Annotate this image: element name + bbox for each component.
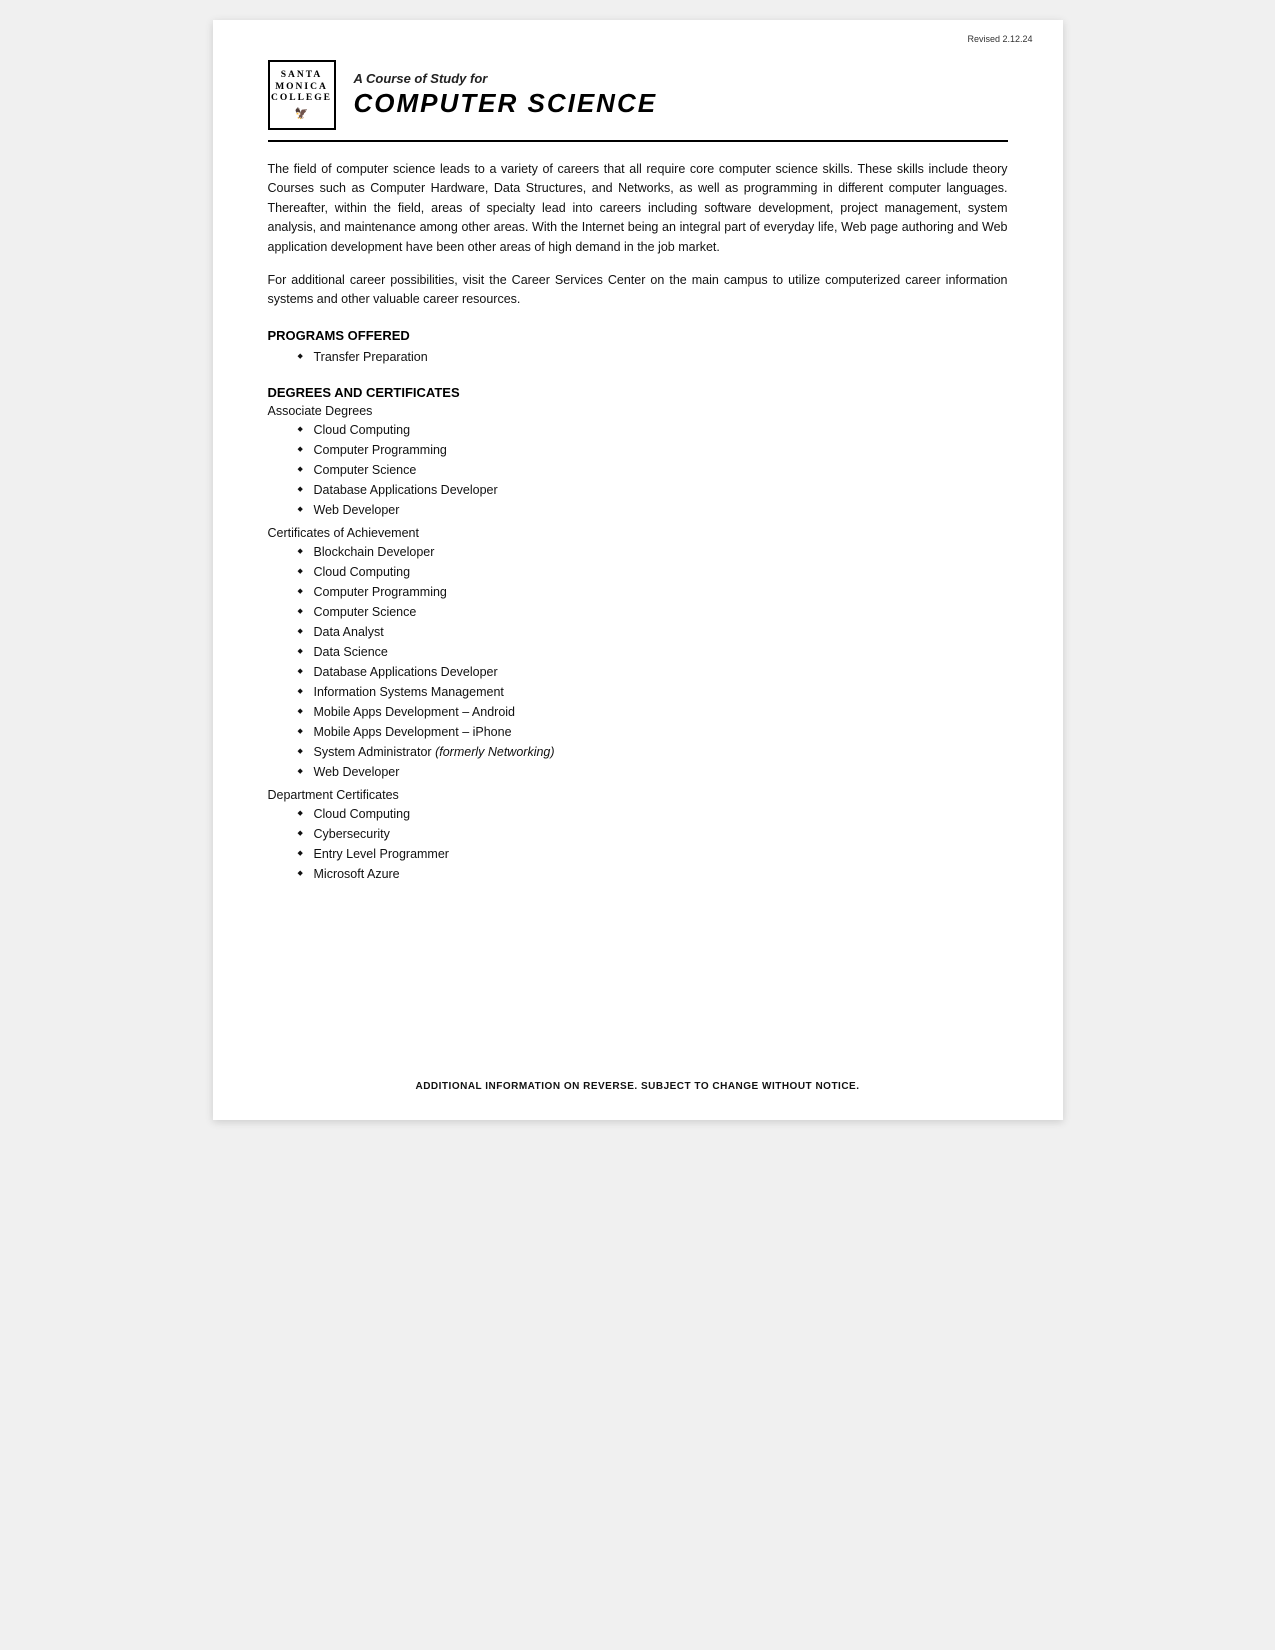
intro-paragraph2: For additional career possibilities, vis…: [268, 271, 1008, 310]
list-item: Web Developer: [298, 762, 1008, 782]
header-title-area: A Course of Study for COMPUTER SCIENCE: [354, 71, 658, 119]
logo-line2: MONICA: [275, 82, 328, 94]
footer-text: ADDITIONAL INFORMATION ON REVERSE. SUBJE…: [213, 1081, 1063, 1092]
list-item: Data Analyst: [298, 622, 1008, 642]
certificates-achievement-list: Blockchain Developer Cloud Computing Com…: [268, 542, 1008, 782]
list-item: Cloud Computing: [298, 420, 1008, 440]
logo-area: SANTA MONICA COLLEGE 🦅: [268, 60, 336, 130]
list-item: Data Science: [298, 642, 1008, 662]
associate-list: Cloud Computing Computer Programming Com…: [268, 420, 1008, 520]
list-item: Computer Science: [298, 602, 1008, 622]
associate-label: Associate Degrees: [268, 404, 1008, 418]
revised-label: Revised 2.12.24: [967, 34, 1032, 44]
header-divider: [268, 140, 1008, 142]
list-item: Information Systems Management: [298, 682, 1008, 702]
list-item: Computer Programming: [298, 440, 1008, 460]
list-item: Computer Programming: [298, 582, 1008, 602]
logo-line1: SANTA: [281, 70, 323, 82]
list-item: Cybersecurity: [298, 824, 1008, 844]
logo-line3: COLLEGE: [271, 93, 332, 105]
programs-list: Transfer Preparation: [268, 347, 1008, 367]
list-item: Computer Science: [298, 460, 1008, 480]
list-item: Microsoft Azure: [298, 864, 1008, 884]
list-item: Blockchain Developer: [298, 542, 1008, 562]
list-item: Cloud Computing: [298, 562, 1008, 582]
list-item: Web Developer: [298, 500, 1008, 520]
page: Revised 2.12.24 SANTA MONICA COLLEGE 🦅 A…: [213, 20, 1063, 1120]
main-title: COMPUTER SCIENCE: [354, 88, 658, 119]
certificates-achievement-label: Certificates of Achievement: [268, 526, 1008, 540]
list-item: Cloud Computing: [298, 804, 1008, 824]
list-item: Mobile Apps Development – Android: [298, 702, 1008, 722]
list-item: Entry Level Programmer: [298, 844, 1008, 864]
list-item: Mobile Apps Development – iPhone: [298, 722, 1008, 742]
degrees-heading: DEGREES AND CERTIFICATES: [268, 385, 1008, 400]
list-item: Database Applications Developer: [298, 662, 1008, 682]
header-section: SANTA MONICA COLLEGE 🦅 A Course of Study…: [268, 60, 1008, 130]
programs-heading: PROGRAMS OFFERED: [268, 328, 1008, 343]
dept-certificates-list: Cloud Computing Cybersecurity Entry Leve…: [268, 804, 1008, 884]
list-item: Transfer Preparation: [298, 347, 1008, 367]
smc-logo: SANTA MONICA COLLEGE 🦅: [268, 60, 336, 130]
smc-seal-icon: 🦅: [295, 107, 309, 120]
course-study-label: A Course of Study for: [354, 71, 658, 86]
dept-certificates-label: Department Certificates: [268, 788, 1008, 802]
intro-paragraph1: The field of computer science leads to a…: [268, 160, 1008, 257]
list-item: Database Applications Developer: [298, 480, 1008, 500]
list-item: System Administrator (formerly Networkin…: [298, 742, 1008, 762]
